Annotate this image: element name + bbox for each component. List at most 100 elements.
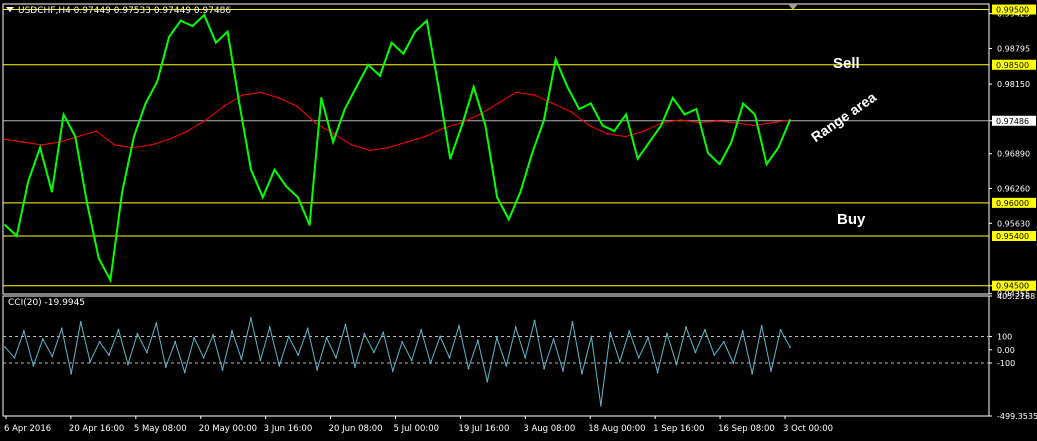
price-point bbox=[636, 157, 639, 160]
cci-point bbox=[89, 360, 92, 363]
symbol-header: USDCHF,H4 0.97449 0.97533 0.97449 0.9748… bbox=[6, 6, 231, 16]
cci-point bbox=[770, 370, 772, 372]
cci-point bbox=[51, 355, 54, 358]
cci-point bbox=[703, 328, 706, 331]
ma-point bbox=[478, 113, 481, 116]
cci-point bbox=[524, 356, 527, 359]
price-y-tick-label: 0.98150 bbox=[997, 80, 1030, 89]
price-point bbox=[39, 146, 42, 149]
cci-point bbox=[505, 364, 508, 367]
price-point bbox=[50, 190, 53, 193]
price-point bbox=[238, 102, 241, 105]
ma-point bbox=[734, 121, 737, 124]
cci-y-tick-label: -100 bbox=[997, 359, 1015, 368]
cci-point bbox=[476, 339, 479, 342]
price-point bbox=[74, 135, 77, 138]
price-point bbox=[437, 85, 440, 88]
ma-point bbox=[369, 149, 372, 152]
cci-point bbox=[193, 336, 196, 339]
ma-point bbox=[533, 94, 536, 97]
ma-point bbox=[113, 143, 116, 146]
cci-point bbox=[316, 368, 319, 371]
cci-y-tick-label: 0.00 bbox=[997, 346, 1015, 355]
cci-point bbox=[789, 346, 791, 349]
ma-point bbox=[22, 141, 25, 143]
cci-point bbox=[628, 330, 631, 333]
price-point bbox=[343, 108, 346, 110]
price-point bbox=[132, 135, 135, 138]
price-point bbox=[156, 80, 159, 83]
cci-point bbox=[760, 324, 763, 327]
ma-point bbox=[350, 143, 353, 146]
buy-annotation: Buy bbox=[837, 211, 866, 228]
ma-point bbox=[570, 110, 572, 113]
cci-point bbox=[297, 354, 300, 356]
ma-point bbox=[186, 130, 189, 132]
price-point bbox=[191, 25, 194, 27]
price-point bbox=[332, 141, 334, 143]
cci-point bbox=[136, 332, 139, 335]
ma-point bbox=[259, 91, 262, 94]
cci-point bbox=[410, 359, 413, 362]
dropdown-triangle-icon[interactable] bbox=[6, 7, 14, 12]
ma-point bbox=[150, 143, 152, 146]
ma-point bbox=[551, 102, 554, 105]
price-point bbox=[742, 102, 745, 105]
price-point bbox=[97, 257, 100, 259]
price-point bbox=[285, 185, 288, 188]
ma-point bbox=[77, 135, 79, 138]
cci-point bbox=[732, 362, 735, 364]
chart-root[interactable]: 0.994250.987950.981500.974860.968900.962… bbox=[0, 0, 1037, 441]
x-tick-label: 5 May 08:00 bbox=[134, 424, 187, 434]
cci-point bbox=[429, 362, 432, 364]
price-point bbox=[109, 279, 112, 282]
cci-point bbox=[145, 351, 148, 354]
price-point bbox=[250, 168, 252, 171]
price-point bbox=[601, 124, 604, 127]
cci-point bbox=[590, 335, 593, 338]
price-series-line bbox=[4, 13, 791, 284]
cci-point bbox=[467, 367, 470, 370]
price-point bbox=[379, 74, 381, 77]
cci-point bbox=[4, 346, 6, 349]
cci-point bbox=[666, 332, 668, 335]
price-point bbox=[425, 19, 428, 22]
main-plot-frame bbox=[2, 3, 990, 295]
cci-point bbox=[41, 338, 44, 341]
cci-point bbox=[647, 336, 650, 339]
cci-point bbox=[675, 363, 678, 366]
price-y-tick-label: 0.95630 bbox=[997, 219, 1030, 228]
x-tick-label: 18 Aug 00:00 bbox=[588, 424, 645, 434]
ma-point bbox=[332, 132, 335, 135]
price-level-label: 0.94500 bbox=[996, 282, 1029, 291]
price-point bbox=[519, 190, 522, 193]
cci-series-line bbox=[4, 317, 791, 406]
price-point bbox=[472, 85, 475, 88]
cci-point bbox=[722, 340, 725, 343]
x-tick-label: 16 Sep 08:00 bbox=[718, 424, 775, 434]
cci-point bbox=[420, 328, 423, 331]
price-point bbox=[168, 36, 170, 39]
x-tick-label: 3 Oct 00:00 bbox=[783, 424, 833, 434]
current-price-label: 0.97486 bbox=[996, 117, 1029, 126]
price-point bbox=[4, 224, 6, 226]
price-point bbox=[261, 196, 264, 199]
chart-canvas[interactable]: 0.994250.987950.981500.974860.968900.962… bbox=[0, 0, 1037, 441]
cci-point bbox=[98, 340, 101, 343]
price-point bbox=[355, 85, 358, 88]
ma-point bbox=[4, 138, 6, 141]
cci-point bbox=[448, 356, 451, 359]
ma-point bbox=[168, 138, 171, 141]
cci-point bbox=[108, 354, 110, 356]
price-point bbox=[683, 113, 686, 116]
price-point bbox=[273, 168, 276, 171]
cci-point bbox=[533, 319, 536, 322]
x-tick-label: 20 Jun 08:00 bbox=[329, 424, 383, 434]
cci-y-tick-label: 405.2168 bbox=[997, 292, 1035, 301]
ma-point bbox=[716, 120, 718, 123]
cci-point bbox=[552, 338, 555, 341]
ma-point bbox=[515, 91, 518, 94]
cci-point bbox=[514, 326, 517, 329]
price-point bbox=[507, 218, 510, 221]
price-point bbox=[179, 19, 182, 22]
